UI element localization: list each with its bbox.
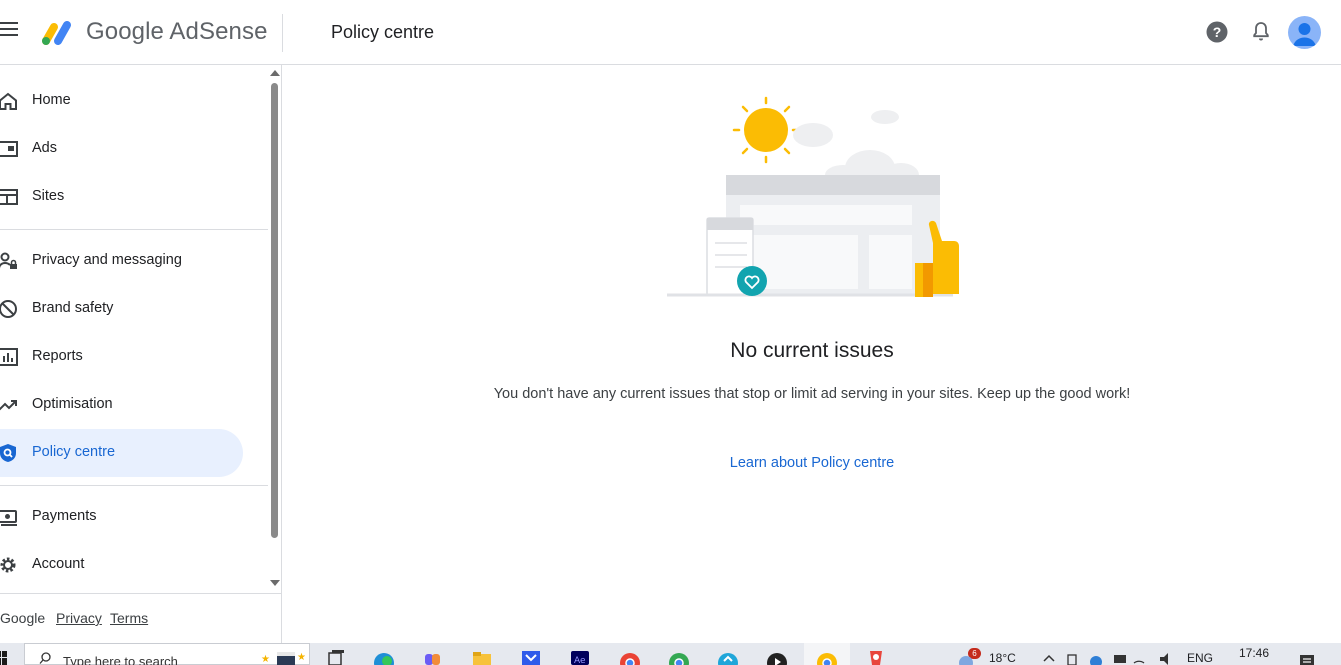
search-highlight-icon: ★ ★ [261,652,305,665]
sidebar-item-label: Payments [32,508,97,524]
svg-text:★: ★ [261,654,270,665]
sidebar-item-privacy-and-messaging[interactable]: Privacy and messaging [0,237,243,285]
notification-center-icon[interactable] [1298,649,1316,665]
no-issues-illustration [667,96,959,297]
footer-google: Google [0,610,46,626]
notifications-icon[interactable] [1249,20,1273,44]
adsense-logo [42,21,71,45]
sidebar-divider [0,485,268,486]
sidebar-footer: Google Privacy Terms [0,593,282,643]
learn-about-policy-centre-link[interactable]: Learn about Policy centre [730,455,894,471]
chrome-icon[interactable] [817,649,837,665]
sidebar-item-policy-centre[interactable]: Policy centre [0,429,243,477]
sidebar-item-sites[interactable]: Sites [0,173,243,221]
header-divider [282,14,283,52]
sidebar-item-payments[interactable]: Payments [0,493,243,541]
gear-icon [0,557,16,573]
trending-icon [0,400,17,411]
after-effects-icon[interactable]: Ae [570,649,590,665]
ads-icon [0,141,18,157]
help-icon[interactable]: ? [1205,20,1229,44]
account-avatar[interactable] [1288,16,1321,49]
empty-state-description: You don't have any current issues that s… [493,386,1131,402]
task-view-icon[interactable] [326,649,346,665]
chrome-icon[interactable] [620,649,640,665]
privacy-icon [0,252,17,270]
sidebar-item-optimisation[interactable]: Optimisation [0,381,243,429]
scroll-up-arrow-icon[interactable] [270,70,280,76]
sidebar-item-label: Home [32,92,71,108]
top-app-bar: Google AdSense Policy centre ? [0,0,1341,65]
sidebar-item-label: Privacy and messaging [32,252,182,268]
taskbar-search-box[interactable]: Type here to search ★ ★ [24,643,310,665]
media-player-icon[interactable] [767,649,787,665]
svg-text:?: ? [1213,24,1222,40]
sidebar-item-label: Optimisation [32,396,113,412]
sites-icon [0,189,18,205]
heart-icon [737,266,767,296]
chrome-icon[interactable] [669,649,689,665]
windows-taskbar: Type here to search ★ ★ Ae 6 18°C ENG 17… [0,643,1341,665]
temperature[interactable]: 18°C [989,651,1016,665]
app-icon-blue[interactable] [521,649,541,665]
navigation-sidebar: Home Ads Sites Privacy and messaging Bra… [0,65,282,643]
svg-text:Ae: Ae [574,656,586,665]
bar-chart-icon [0,348,18,366]
sidebar-item-home[interactable]: Home [0,77,243,125]
copilot-icon[interactable] [423,649,443,665]
home-icon [0,92,17,110]
sidebar-item-ads[interactable]: Ads [0,125,243,173]
windows-start-icon[interactable] [0,651,8,665]
sidebar-divider [0,229,268,230]
sidebar-item-label: Account [32,556,85,572]
sidebar-item-label: Policy centre [32,444,116,460]
volume-icon[interactable] [1158,649,1176,665]
sun-icon [732,96,800,164]
weather-icon[interactable] [958,649,974,665]
empty-state-title: No current issues [730,339,894,362]
person-icon [1293,23,1316,46]
system-tray-icons[interactable] [1066,649,1146,665]
learn-link-row: Learn about Policy centre [283,455,1341,471]
page-title: Policy centre [331,22,435,42]
sidebar-item-label: Reports [32,348,83,364]
payments-icon [0,510,17,526]
footer-privacy-link[interactable]: Privacy [56,610,102,626]
search-icon [39,652,51,664]
scroll-thumb[interactable] [271,83,278,538]
sidebar-item-label: Sites [32,188,65,204]
app-icon-red[interactable] [866,649,886,665]
block-icon [0,300,17,318]
sidebar-item-label: Ads [32,140,57,156]
scroll-down-arrow-icon[interactable] [270,580,280,586]
sidebar-item-brand-safety[interactable]: Brand safety [0,285,243,333]
footer-terms-link[interactable]: Terms [110,610,148,626]
input-language[interactable]: ENG [1187,651,1213,665]
shield-icon [0,444,16,462]
sidebar-item-label: Brand safety [32,300,114,316]
app-icon-teal[interactable] [718,649,738,665]
svg-text:★: ★ [297,652,305,663]
brand-name: Google AdSense [86,18,268,45]
edge-browser-icon[interactable] [374,649,394,665]
sidebar-item-reports[interactable]: Reports [0,333,243,381]
chevron-up-icon[interactable] [1042,649,1056,665]
clock-time[interactable]: 17:46 [1239,646,1269,660]
sidebar-scrollbar[interactable] [268,65,282,593]
main-content: No current issues You don't have any cur… [283,65,1341,643]
menu-icon[interactable] [0,22,20,42]
file-explorer-icon[interactable] [472,649,492,665]
taskbar-search-placeholder: Type here to search [63,654,178,665]
sidebar-item-account[interactable]: Account [0,541,243,589]
